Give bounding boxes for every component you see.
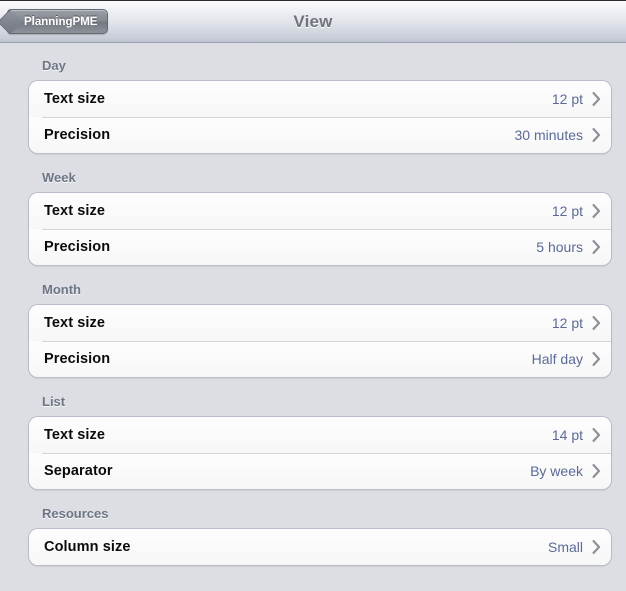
chevron-right-icon	[592, 204, 601, 218]
chevron-right-icon	[592, 316, 601, 330]
chevron-right-icon	[592, 428, 601, 442]
row-value: 5 hours	[536, 239, 583, 255]
section-header: Month	[42, 282, 81, 297]
settings-section: Day Text size 12 pt Precision 30 minutes	[28, 43, 612, 154]
row-label: Column size	[44, 539, 131, 555]
row-value: 12 pt	[551, 203, 583, 219]
settings-section: Week Text size 12 pt Precision 5 hours	[28, 154, 612, 266]
settings-row[interactable]: Text size 12 pt	[29, 305, 611, 341]
settings-section: List Text size 14 pt Separator By week	[28, 378, 612, 490]
settings-row[interactable]: Text size 12 pt	[29, 193, 611, 229]
settings-group: Text size 12 pt Precision 5 hours	[28, 192, 612, 266]
row-label: Text size	[44, 203, 106, 219]
settings-row[interactable]: Column size Small	[29, 529, 611, 565]
chevron-right-icon	[592, 352, 601, 366]
settings-row[interactable]: Text size 14 pt	[29, 417, 611, 453]
settings-scroll-area[interactable]: Day Text size 12 pt Precision 30 minutes Week…	[0, 43, 626, 591]
row-label: Separator	[44, 463, 113, 479]
settings-group: Text size 14 pt Separator By week	[28, 416, 612, 490]
settings-row[interactable]: Precision Half day	[29, 341, 611, 377]
row-value: 30 minutes	[514, 127, 583, 143]
section-header: List	[42, 394, 66, 409]
row-label: Precision	[44, 127, 111, 143]
section-header: Day	[42, 58, 66, 73]
chevron-right-icon	[592, 464, 601, 478]
row-label: Text size	[44, 427, 106, 443]
back-button-label: PlanningPME	[24, 15, 98, 28]
navigation-bar: PlanningPME View	[0, 0, 626, 43]
settings-row[interactable]: Separator By week	[29, 453, 611, 489]
section-header: Week	[42, 170, 76, 185]
chevron-right-icon	[592, 240, 601, 254]
row-label: Text size	[44, 315, 106, 331]
back-button[interactable]: PlanningPME	[7, 9, 109, 34]
settings-section: Resources Column size Small	[28, 490, 612, 566]
row-label: Precision	[44, 351, 111, 367]
row-value: 14 pt	[551, 427, 583, 443]
row-value: 12 pt	[551, 315, 583, 331]
chevron-right-icon	[592, 92, 601, 106]
row-value: Half day	[531, 351, 583, 367]
settings-row[interactable]: Precision 30 minutes	[29, 117, 611, 153]
settings-section: Month Text size 12 pt Precision Half day	[28, 266, 612, 378]
section-header: Resources	[42, 506, 109, 521]
row-value: 12 pt	[551, 91, 583, 107]
settings-group: Text size 12 pt Precision 30 minutes	[28, 80, 612, 154]
settings-row[interactable]: Precision 5 hours	[29, 229, 611, 265]
row-label: Precision	[44, 239, 111, 255]
chevron-right-icon	[592, 540, 601, 554]
settings-row[interactable]: Text size 12 pt	[29, 81, 611, 117]
chevron-right-icon	[592, 128, 601, 142]
settings-section-list: Day Text size 12 pt Precision 30 minutes Week…	[28, 43, 612, 566]
settings-group: Text size 12 pt Precision Half day	[28, 304, 612, 378]
row-value: By week	[530, 463, 583, 479]
row-value: Small	[547, 539, 583, 555]
row-label: Text size	[44, 91, 106, 107]
settings-group: Column size Small	[28, 528, 612, 566]
